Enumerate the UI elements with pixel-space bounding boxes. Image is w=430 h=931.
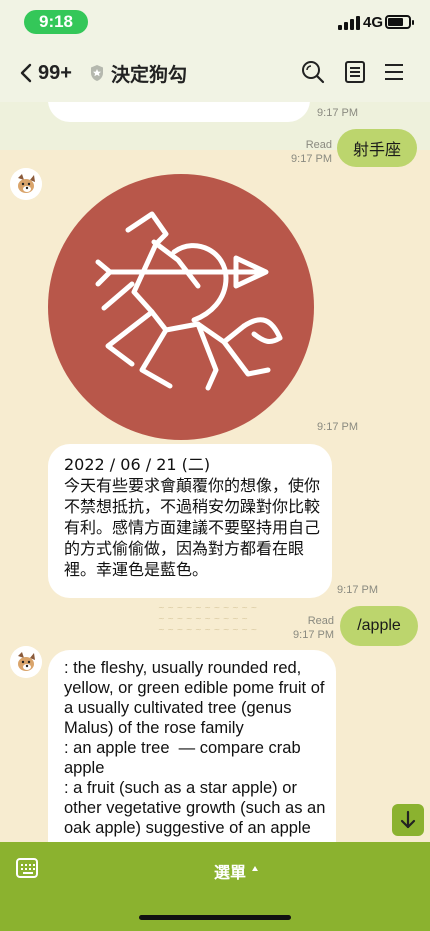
network-type: 4G [363,14,384,31]
previous-message-bubble[interactable] [48,102,310,122]
menu-toggle-button[interactable]: 選單 [214,859,246,883]
message-time: 9:17 PM [317,421,358,433]
arrow-down-icon [400,810,416,829]
chat-title[interactable]: 決定狗勾 [111,60,187,87]
read-receipt: Read 9:17 PM [293,615,334,641]
sent-message-bubble[interactable]: /apple [340,606,418,646]
scroll-to-bottom-button[interactable] [392,804,424,836]
definition-message-text: : the fleshy, usually rounded red, yello… [64,659,326,837]
keyboard-toggle-icon[interactable] [16,858,38,878]
home-indicator [139,915,291,920]
sent-message-text: /apple [357,617,401,634]
notes-icon[interactable] [342,59,368,85]
dog-avatar-icon [10,646,42,678]
signal-icon [338,16,360,30]
back-chevron-icon[interactable] [18,63,36,83]
message-time: 9:17 PM [317,107,358,119]
battery-icon [385,15,414,29]
caret-up-icon[interactable] [252,866,258,871]
status-bar: 9:18 4G [0,0,430,44]
sagittarius-archer-icon [95,211,283,391]
search-icon[interactable] [300,59,326,85]
read-receipt: Read 9:17 PM [291,139,332,165]
shield-icon [91,65,103,81]
dog-avatar-icon [10,168,42,200]
message-time: 9:17 PM [337,584,378,596]
chat-area[interactable]: 9:17 PM Read 9:17 PM 射手座 9:17 PM 2022 / … [0,102,430,842]
avatar[interactable] [10,168,42,200]
sagittarius-sticker[interactable] [48,174,314,440]
sent-message-text: 射手座 [352,140,401,159]
avatar[interactable] [10,646,42,678]
chat-header: 99+ 決定狗勾 [0,44,430,102]
menu-icon[interactable] [381,59,407,85]
back-unread-count[interactable]: 99+ [38,62,72,85]
sent-message-bubble[interactable]: 射手座 [337,129,417,167]
status-time: 9:18 [24,10,88,34]
horoscope-message-text: 2022 / 06 / 21 (二) 今天有些要求會顛覆你的想像，使你不禁想抵抗… [64,455,321,579]
